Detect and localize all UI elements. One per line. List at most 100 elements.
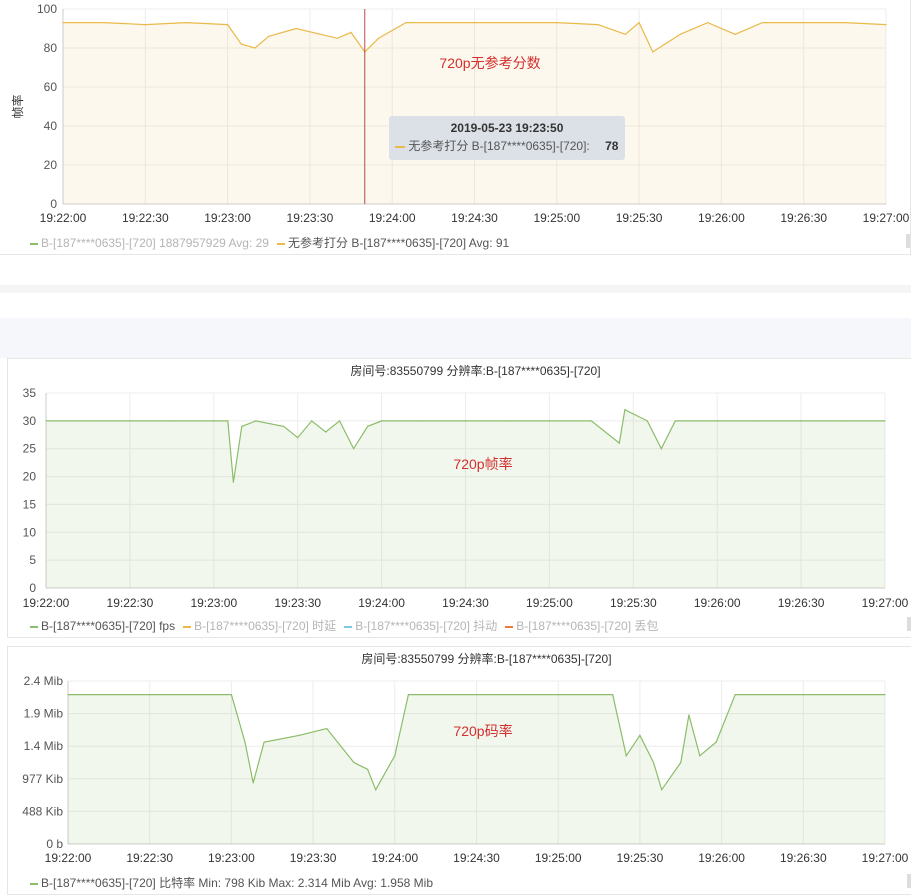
data-point bbox=[679, 33, 681, 35]
fps-legend: B-[187****0635]-[720] fps B-[187****0635]… bbox=[30, 617, 666, 634]
data-point bbox=[283, 425, 285, 427]
data-point bbox=[624, 33, 627, 35]
data-point bbox=[734, 694, 736, 696]
legend-item[interactable]: 无参考打分 B-[187****0635]-[720] Avg: 91 bbox=[276, 234, 510, 251]
data-point bbox=[252, 782, 254, 784]
legend-item[interactable]: B-[187****0635]-[720] 丢包 bbox=[505, 617, 658, 634]
data-point bbox=[506, 420, 509, 422]
y-tick-label: 40 bbox=[44, 119, 58, 133]
y-tick-label: 10 bbox=[23, 525, 37, 539]
data-point bbox=[688, 714, 690, 716]
legend-item[interactable]: B-[187****0635]-[720] fps bbox=[30, 619, 175, 633]
data-point bbox=[884, 694, 886, 696]
x-tick-label: 19:25:30 bbox=[610, 596, 657, 610]
x-tick-label: 19:23:30 bbox=[290, 851, 337, 865]
x-tick-label: 19:24:30 bbox=[442, 596, 489, 610]
scrollbar-handle[interactable] bbox=[906, 234, 910, 248]
data-point bbox=[707, 22, 709, 24]
y-tick-label: 488 Kib bbox=[22, 804, 63, 818]
data-point bbox=[844, 22, 846, 24]
x-tick-label: 19:26:30 bbox=[778, 596, 825, 610]
data-point bbox=[367, 425, 369, 427]
bitrate-panel: 0 b 488 Kib 977 Kib 1.4 Mib 1.9 Mib 2.4 Mib 19… bbox=[7, 646, 911, 895]
chart-annotation: 720p帧率 bbox=[453, 456, 512, 472]
data-point bbox=[842, 420, 844, 422]
y-tick-label: 25 bbox=[23, 442, 37, 456]
legend-label: B-[187****0635]-[720] 比特率 Min: 798 Kib M… bbox=[41, 876, 433, 890]
data-point bbox=[618, 442, 620, 444]
data-point bbox=[240, 43, 242, 45]
legend-label: 无参考打分 B-[187****0635]-[720] Avg: 91 bbox=[287, 236, 510, 250]
x-tick-label: 19:23:30 bbox=[274, 596, 321, 610]
data-point bbox=[800, 420, 802, 422]
data-point bbox=[325, 431, 327, 433]
data-point bbox=[45, 420, 47, 422]
data-point bbox=[715, 741, 717, 743]
data-point bbox=[311, 420, 313, 422]
data-point bbox=[213, 420, 215, 422]
y-tick-label: 2.4 Mib bbox=[24, 674, 64, 688]
x-tick-label: 19:23:00 bbox=[190, 596, 237, 610]
x-tick-label: 19:22:00 bbox=[45, 851, 92, 865]
data-point bbox=[761, 22, 764, 24]
legend-label: B-[187****0635]-[720] 时延 bbox=[194, 619, 337, 633]
y-tick-label: 0 bbox=[29, 581, 36, 595]
legend-label: B-[187****0635]-[720] 丢包 bbox=[516, 619, 659, 633]
data-point bbox=[255, 420, 257, 422]
data-point bbox=[674, 420, 676, 422]
legend-swatch bbox=[505, 625, 514, 628]
y-tick-label: 0 b bbox=[46, 837, 63, 851]
y-tick-label: 35 bbox=[23, 386, 37, 400]
data-point bbox=[185, 22, 187, 24]
data-point bbox=[377, 37, 380, 39]
bitrate-chart: 0 b 488 Kib 977 Kib 1.4 Mib 1.9 Mib 2.4 Mib 19… bbox=[22, 651, 908, 865]
tooltip-row: 无参考打分 B-[187****0635]-[720]: 78 bbox=[389, 137, 625, 154]
hover-tooltip: 2019-05-23 19:23:50 无参考打分 B-[187****0635… bbox=[389, 116, 625, 160]
x-tick-label: 19:23:30 bbox=[287, 211, 334, 225]
x-tick-label: 19:22:30 bbox=[122, 211, 169, 225]
x-tick-label: 19:22:00 bbox=[23, 596, 70, 610]
data-point bbox=[548, 420, 551, 422]
data-point bbox=[802, 694, 804, 696]
data-point bbox=[244, 741, 246, 743]
x-tick-label: 19:23:00 bbox=[208, 851, 255, 865]
legend-item[interactable]: B-[187****0635]-[720] 1887957929 Avg: 29 bbox=[30, 236, 269, 250]
data-point bbox=[295, 27, 297, 30]
legend-item[interactable]: B-[187****0635]-[720] 比特率 Min: 798 Kib M… bbox=[30, 874, 433, 891]
chart-title: 房间号:83550799 分辨率:B-[187****0635]-[720] bbox=[350, 363, 600, 378]
x-tick-label: 19:24:00 bbox=[358, 596, 405, 610]
x-tick-label: 19:23:00 bbox=[204, 211, 251, 225]
x-tick-label: 19:26:00 bbox=[698, 851, 745, 865]
data-point bbox=[638, 22, 640, 24]
data-point bbox=[62, 22, 64, 24]
y-tick-label: 1.9 Mib bbox=[24, 707, 64, 721]
y-tick-label: 15 bbox=[23, 497, 37, 511]
legend-label: B-[187****0635]-[720] 抖动 bbox=[355, 619, 498, 633]
y-tick-label: 30 bbox=[23, 414, 37, 428]
x-tick-label: 19:25:30 bbox=[616, 211, 663, 225]
data-point bbox=[67, 694, 69, 696]
bitrate-legend: B-[187****0635]-[720] 比特率 Min: 798 Kib M… bbox=[30, 874, 441, 891]
legend-item[interactable]: B-[187****0635]-[720] 抖动 bbox=[344, 617, 497, 634]
data-point bbox=[407, 694, 409, 696]
x-tick-label: 19:26:30 bbox=[780, 211, 827, 225]
tooltip-swatch bbox=[395, 145, 405, 148]
x-tick-label: 19:24:30 bbox=[451, 211, 498, 225]
y-tick-label: 0 bbox=[50, 197, 57, 211]
data-point bbox=[885, 24, 887, 26]
x-tick-label: 19:26:00 bbox=[694, 596, 741, 610]
legend-item[interactable]: B-[187****0635]-[720] 时延 bbox=[183, 617, 336, 634]
legend-swatch bbox=[30, 882, 38, 885]
legend-swatch bbox=[30, 242, 38, 245]
y-tick-label: 20 bbox=[23, 470, 37, 484]
data-point bbox=[556, 22, 558, 24]
scrollbar-handle[interactable] bbox=[907, 874, 911, 888]
data-point bbox=[87, 420, 89, 422]
data-point bbox=[336, 37, 338, 39]
data-point bbox=[652, 51, 654, 53]
chart-title: 房间号:83550799 分辨率:B-[187****0635]-[720] bbox=[361, 651, 611, 666]
scrollbar-handle[interactable] bbox=[907, 617, 911, 631]
data-point bbox=[590, 420, 593, 422]
data-point bbox=[734, 33, 736, 35]
data-point bbox=[394, 755, 396, 757]
